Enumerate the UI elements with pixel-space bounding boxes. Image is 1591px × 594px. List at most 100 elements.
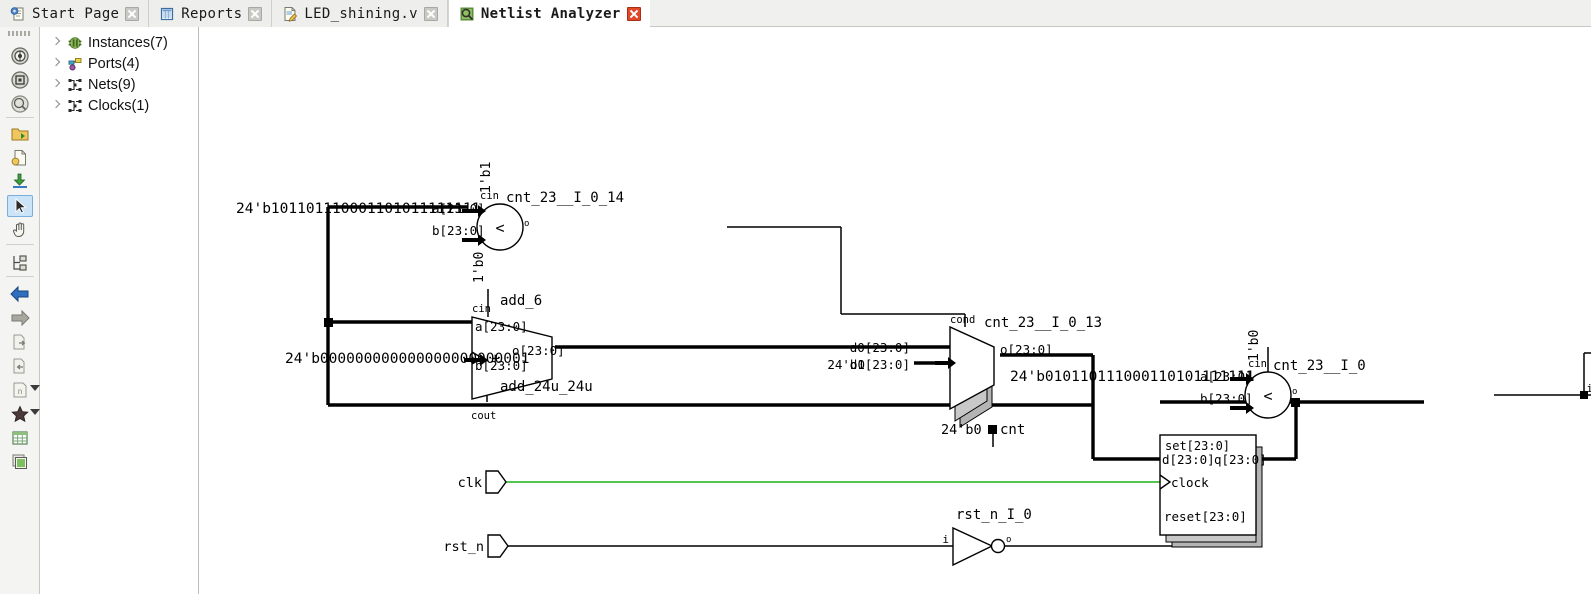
editor-tab-bar: Start Page Reports LED_shining.v Netlist… xyxy=(0,0,1591,27)
input-port-rstn[interactable] xyxy=(487,534,509,558)
tree-item-ports[interactable]: Ports(4) xyxy=(41,53,198,74)
adder-type-name: add_24u_24u xyxy=(500,379,593,395)
verilog-file-icon xyxy=(284,6,298,22)
comparator-top-port-o-label: o xyxy=(524,219,529,229)
tab-led-shining-v[interactable]: LED_shining.v xyxy=(272,0,448,27)
tree-item-instances[interactable]: Instances(7) xyxy=(41,32,198,53)
tab-label: Netlist Analyzer xyxy=(480,5,621,22)
reports-icon xyxy=(161,7,174,20)
netlist-analyzer-window: Start Page Reports LED_shining.v Netlist… xyxy=(0,0,1591,594)
back-arrow-icon[interactable] xyxy=(7,283,33,305)
comparator-right-port-b-label: b[23:0] xyxy=(1200,391,1253,406)
tree-item-label: Nets(9) xyxy=(88,76,136,93)
layers-icon[interactable] xyxy=(7,451,33,473)
chevron-right-icon[interactable] xyxy=(51,37,62,48)
comparator-top-instance-name: cnt_23__I_0_14 xyxy=(506,190,624,206)
wire-junction-dot xyxy=(324,318,333,327)
report-dropdown-caret-icon[interactable] xyxy=(30,385,40,391)
comparator-right-port-a-label: a[23:0] xyxy=(1200,369,1253,384)
tab-label: Reports xyxy=(181,5,243,22)
tab-label: Start Page xyxy=(32,5,120,22)
start-page-icon xyxy=(10,6,24,20)
instances-icon xyxy=(68,36,82,49)
table-icon[interactable] xyxy=(7,427,33,449)
inverter-rst-instance-name: rst_n_I_0 xyxy=(956,507,1032,523)
port-arrow-shape[interactable] xyxy=(487,534,509,558)
input-port-rstn-label: rst_n xyxy=(443,539,484,555)
expand-collapse-icon[interactable] xyxy=(7,171,33,193)
inverter-led-port-i-label: i xyxy=(1586,382,1591,395)
clocks-icon xyxy=(68,99,82,112)
register-port-q-label: q[23:0] xyxy=(1214,452,1267,467)
zoom-fit-icon[interactable] xyxy=(7,45,33,67)
chevron-right-icon[interactable] xyxy=(51,100,62,111)
netlist-analyzer-icon xyxy=(460,7,474,20)
inverter-rst-symbol[interactable] xyxy=(952,526,1006,567)
register-port-clock-label: clock xyxy=(1171,475,1209,490)
forward-arrow-icon[interactable] xyxy=(7,307,33,329)
toolbar-divider xyxy=(6,244,34,245)
adder-cin-value: 1'b0 xyxy=(472,252,487,283)
mux-cond-label: cond xyxy=(950,314,975,326)
register-port-set-label: set[23:0] xyxy=(1165,439,1230,453)
comparator-right-instance-name: cnt_23__I_0 xyxy=(1273,358,1366,374)
new-page-icon[interactable] xyxy=(7,147,33,169)
tab-start-page[interactable]: Start Page xyxy=(0,0,150,27)
inverter-rst-port-i-label: i xyxy=(942,533,949,546)
comparator-operator: < xyxy=(1263,387,1272,405)
star-dropdown-caret-icon[interactable] xyxy=(30,409,40,415)
schematic-canvas[interactable]: < 24'b101101110001101011111111 a[23:0] b… xyxy=(200,27,1591,594)
inverter-bubble xyxy=(990,538,1006,554)
tab-close-button[interactable] xyxy=(626,6,641,21)
tree-item-label: Ports(4) xyxy=(88,55,140,72)
zoom-in-area-icon[interactable] xyxy=(7,69,33,91)
schematic-drawing: < 24'b101101110001101011111111 a[23:0] b… xyxy=(236,162,1591,567)
zoom-out-icon[interactable] xyxy=(7,93,33,115)
chevron-right-icon[interactable] xyxy=(51,79,62,90)
mux-symbol[interactable] xyxy=(935,325,995,428)
chevron-right-icon[interactable] xyxy=(51,58,62,69)
tab-reports[interactable]: Reports xyxy=(149,0,273,27)
comparator-right-port-o-label: o xyxy=(1292,387,1297,397)
register-const-set-label: 24'b0 xyxy=(941,422,982,438)
input-port-clk-label: clk xyxy=(458,475,482,491)
toolbar-divider xyxy=(6,276,34,277)
ports-icon xyxy=(68,57,82,71)
svg-text:n: n xyxy=(18,387,23,396)
tree-item-label: Clocks(1) xyxy=(88,97,150,114)
comparator-top-port-a-label: a[23:0] xyxy=(432,201,485,216)
adder-port-a-label: a[23:0] xyxy=(475,319,528,334)
inverter-rst-port-o-label: o xyxy=(1006,535,1011,545)
page-next-icon[interactable] xyxy=(7,331,33,353)
port-arrow-shape[interactable] xyxy=(485,470,507,494)
adder-cout-label: cout xyxy=(471,410,496,422)
toolbar-drag-handle[interactable] xyxy=(8,31,32,36)
adder-const-b-label: 24'b000000000000000000000001 xyxy=(285,351,529,367)
nets-icon xyxy=(68,78,82,91)
mux-port-d0-label: d0[23:0] xyxy=(850,340,910,355)
tab-close-button[interactable] xyxy=(423,6,438,21)
comparator-right-cin-value: 1'b0 xyxy=(1247,330,1262,361)
schematic-toolbar: n xyxy=(0,27,40,594)
pan-hand-icon[interactable] xyxy=(7,219,33,241)
comparator-top-cin-value: 1'b1 xyxy=(479,162,494,193)
input-port-clk[interactable] xyxy=(485,470,507,494)
inverter-triangle[interactable] xyxy=(952,526,994,567)
tree-item-nets[interactable]: Nets(9) xyxy=(41,74,198,95)
tree-item-clocks[interactable]: Clocks(1) xyxy=(41,95,198,116)
page-prev-icon[interactable] xyxy=(7,355,33,377)
open-schematic-icon[interactable] xyxy=(7,123,33,145)
tab-netlist-analyzer[interactable]: Netlist Analyzer xyxy=(447,0,650,27)
wire-junction-dot xyxy=(1291,398,1300,407)
tab-close-button[interactable] xyxy=(125,6,140,21)
tree-item-label: Instances(7) xyxy=(88,34,168,51)
adder-cin-label: cin xyxy=(472,303,491,315)
mux-port-o-label: o[23:0] xyxy=(1000,342,1053,357)
tab-close-button[interactable] xyxy=(248,6,263,21)
mux-instance-name: cnt_23__I_0_13 xyxy=(984,315,1102,331)
toolbar-divider xyxy=(6,117,34,118)
register-port-d-label: d[23:0] xyxy=(1162,452,1215,467)
select-pointer-icon[interactable] xyxy=(7,195,33,217)
mux-const-d1-label: 24'b0 xyxy=(827,357,865,372)
hierarchy-icon[interactable] xyxy=(7,252,33,274)
